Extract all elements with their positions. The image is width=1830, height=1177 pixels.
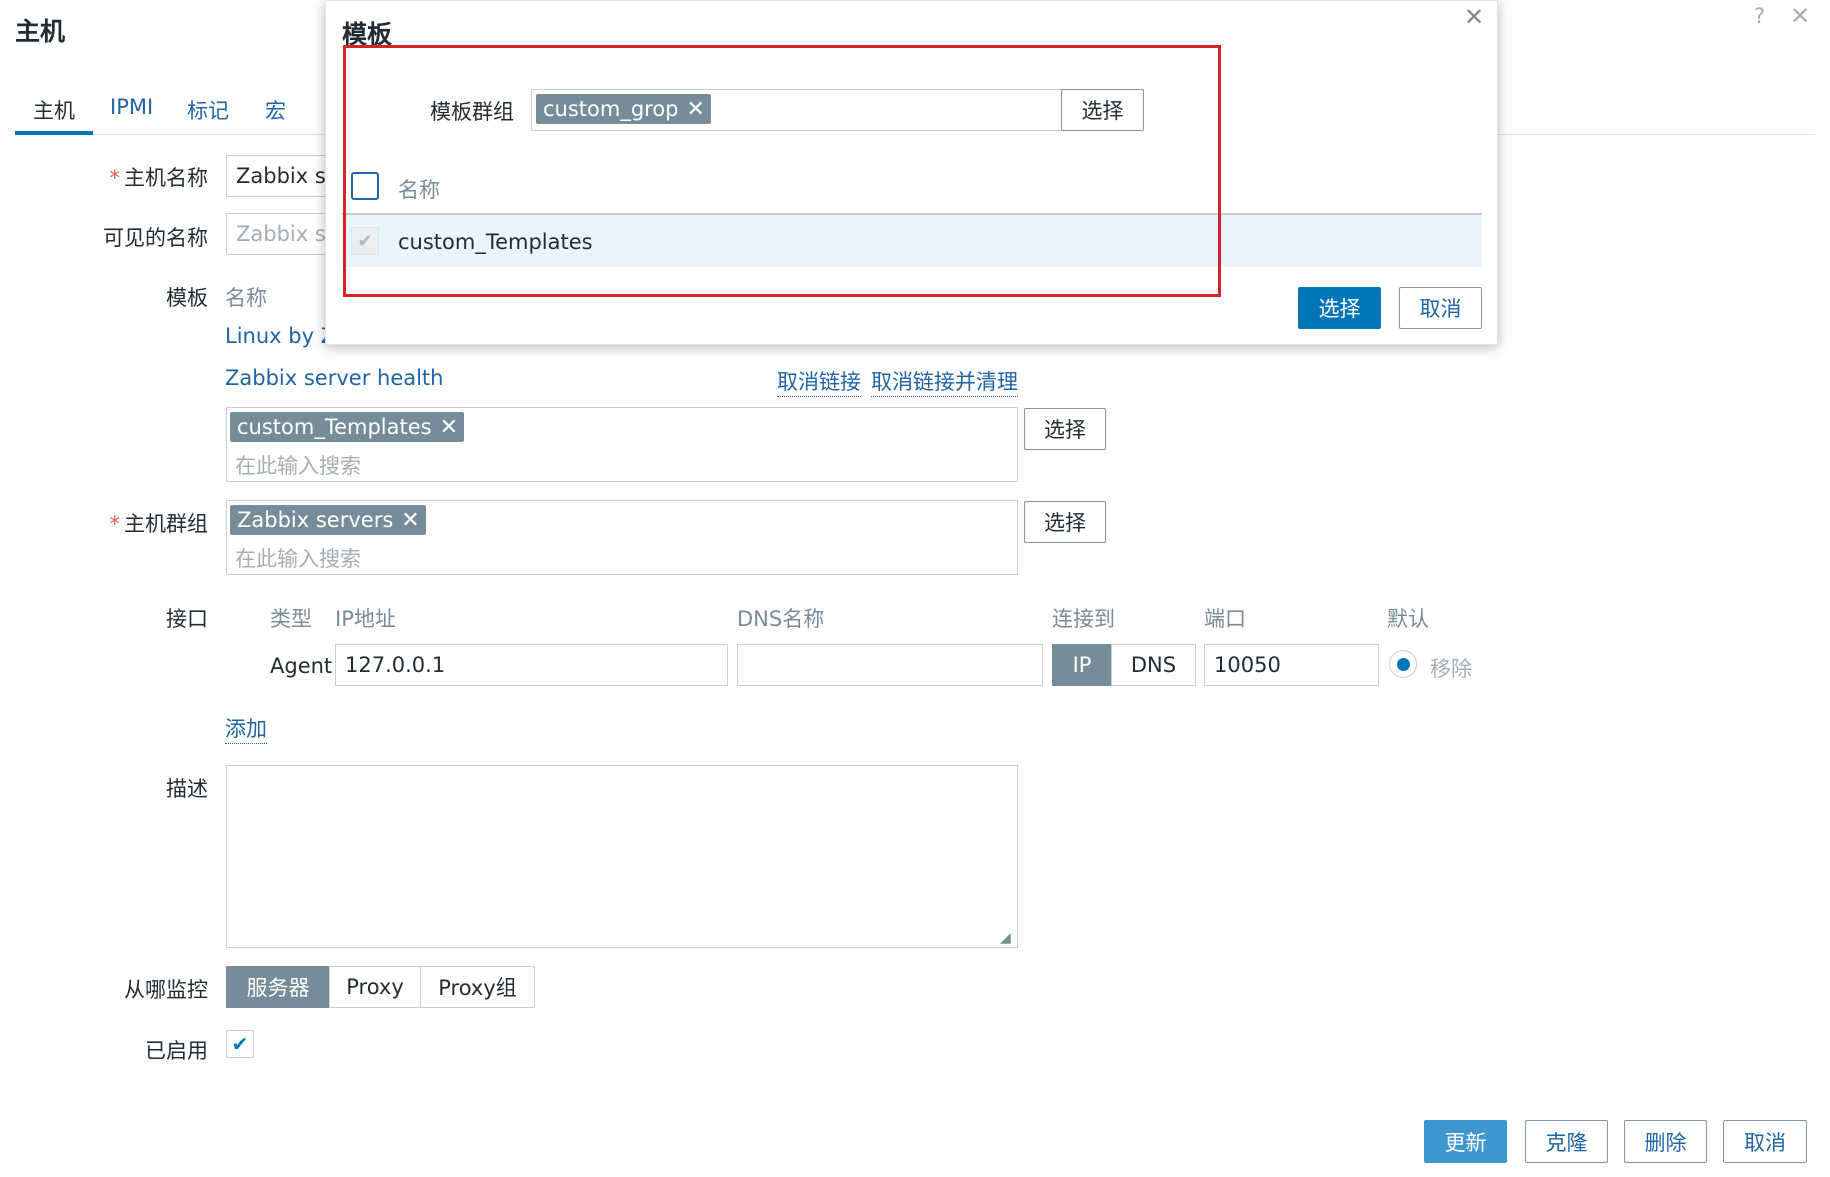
monitored-by-proxy-group[interactable]: Proxy组: [420, 966, 535, 1008]
cancel-button[interactable]: 取消: [1723, 1120, 1807, 1163]
highlight-box: [343, 45, 1221, 297]
description-label: 描述: [166, 777, 208, 801]
radio-dot-icon: [1396, 657, 1410, 671]
monitored-by-proxy[interactable]: Proxy: [329, 966, 421, 1008]
close-icon[interactable]: ✕: [1790, 2, 1810, 30]
template-search-input[interactable]: 在此输入搜索: [235, 450, 361, 480]
host-name-label: * 主机名称: [109, 166, 209, 190]
tab-active-underline: [15, 131, 93, 135]
monitored-by-server[interactable]: 服务器: [226, 966, 330, 1008]
iface-header-connect: 连接到: [1052, 607, 1115, 631]
template-select-button[interactable]: 选择: [1024, 408, 1106, 450]
check-icon: ✔: [231, 1032, 249, 1056]
unlink-link[interactable]: 取消链接: [777, 366, 861, 397]
iface-remove-link[interactable]: 移除: [1430, 653, 1472, 683]
resize-handle-icon[interactable]: ◢: [1000, 930, 1011, 946]
template-tag: custom_Templates ✕: [230, 412, 465, 442]
iface-header-type: 类型: [270, 607, 312, 631]
interfaces-label: 接口: [166, 607, 208, 631]
iface-header-ip: IP地址: [335, 607, 396, 631]
iface-dns-input[interactable]: [737, 644, 1043, 686]
visible-name-label: 可见的名称: [103, 226, 208, 250]
add-interface-link[interactable]: 添加: [225, 713, 267, 744]
iface-ip-input[interactable]: 127.0.0.1: [335, 644, 728, 686]
tab-macros[interactable]: 宏: [265, 95, 286, 125]
iface-header-port: 端口: [1204, 607, 1246, 631]
monitored-by-label: 从哪监控: [124, 978, 208, 1002]
unlink-clear-link[interactable]: 取消链接并清理: [871, 366, 1018, 397]
iface-connect-ip-button[interactable]: IP: [1052, 644, 1112, 686]
iface-type: Agent: [270, 654, 333, 678]
visible-name-input[interactable]: Zabbix se: [226, 213, 336, 255]
host-name-input[interactable]: Zabbix se: [226, 155, 336, 197]
page-title: 主机: [15, 17, 66, 46]
enabled-checkbox[interactable]: ✔: [226, 1030, 254, 1058]
templates-modal: 模板 ✕ 模板群组 custom_grop ✕ 选择 名称 ✔ custom_Te…: [325, 0, 1498, 345]
description-textarea[interactable]: [226, 765, 1018, 948]
iface-header-default: 默认: [1387, 607, 1429, 631]
host-groups-label: * 主机群组: [109, 512, 209, 536]
help-icon[interactable]: ?: [1754, 4, 1765, 28]
iface-connect-dns-button[interactable]: DNS: [1111, 644, 1196, 686]
linked-template-name[interactable]: Linux by Z: [225, 324, 335, 348]
templates-label: 模板: [166, 286, 208, 310]
iface-header-dns: DNS名称: [737, 607, 825, 631]
modal-cancel-button[interactable]: 取消: [1399, 287, 1482, 329]
remove-tag-icon[interactable]: ✕: [401, 508, 419, 533]
delete-button[interactable]: 删除: [1624, 1120, 1707, 1163]
modal-select-button[interactable]: 选择: [1298, 287, 1381, 329]
tab-ipmi[interactable]: IPMI: [110, 95, 153, 119]
tab-tags[interactable]: 标记: [187, 95, 229, 125]
iface-port-input[interactable]: 10050: [1204, 644, 1379, 686]
linked-template-name[interactable]: Zabbix server health: [225, 366, 443, 390]
iface-default-radio[interactable]: [1389, 650, 1417, 678]
host-group-select-button[interactable]: 选择: [1024, 501, 1106, 543]
remove-tag-icon[interactable]: ✕: [440, 415, 458, 440]
modal-close-icon[interactable]: ✕: [1464, 3, 1484, 31]
tab-host[interactable]: 主机: [33, 95, 75, 125]
host-group-tag: Zabbix servers ✕: [230, 505, 426, 535]
templates-col-name: 名称: [225, 286, 267, 310]
enabled-label: 已启用: [145, 1039, 208, 1063]
host-group-search-input[interactable]: 在此输入搜索: [235, 543, 361, 573]
clone-button[interactable]: 克隆: [1525, 1120, 1608, 1163]
update-button[interactable]: 更新: [1424, 1120, 1507, 1163]
